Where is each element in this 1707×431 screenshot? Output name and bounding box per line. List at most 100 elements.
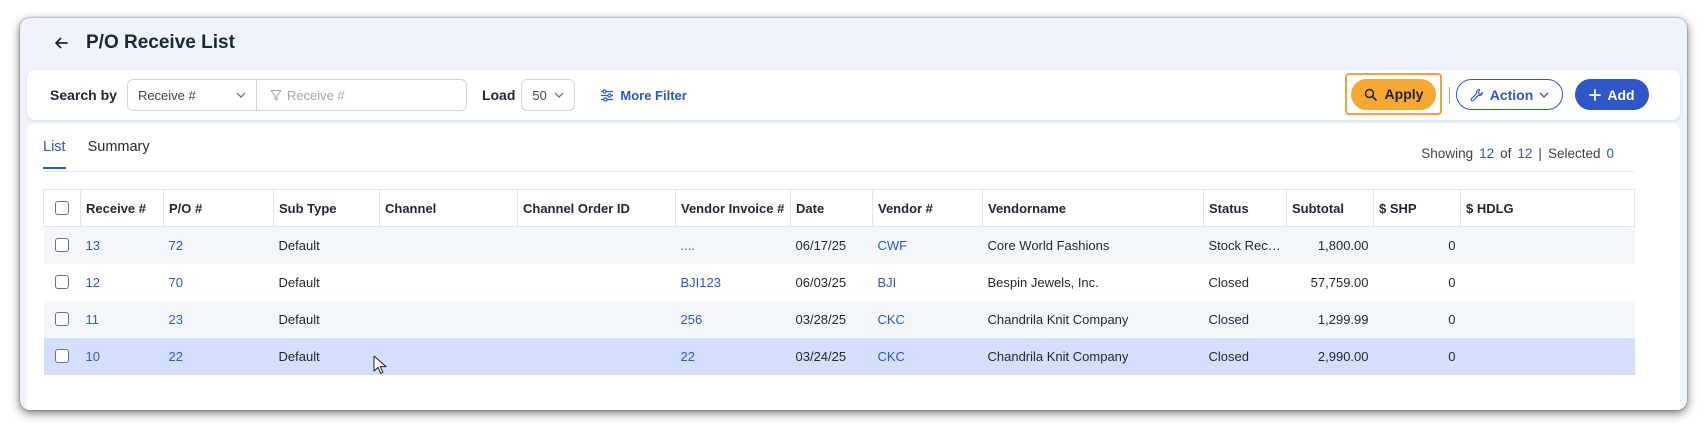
- sliders-icon: [601, 88, 614, 102]
- chevron-down-icon: [1539, 92, 1549, 98]
- row-checkbox[interactable]: [55, 275, 69, 289]
- filter-icon: [270, 90, 282, 101]
- table-row[interactable]: 12 70 Default BJI123 06/03/25 BJI Bespin…: [44, 264, 1635, 301]
- column-header[interactable]: Sub Type: [273, 189, 380, 227]
- vendor-link[interactable]: CKC: [872, 300, 983, 338]
- sub-type-cell: Default: [273, 337, 380, 375]
- vendor-invoice-link[interactable]: ....: [675, 226, 791, 264]
- receive-link[interactable]: 11: [80, 300, 164, 338]
- select-all-cell: [43, 189, 81, 227]
- load-select[interactable]: 50: [521, 79, 576, 111]
- tab-summary[interactable]: Summary: [88, 139, 150, 169]
- hdlg-cell: [1460, 226, 1635, 264]
- subtotal-cell: 1,800.00: [1286, 226, 1374, 264]
- subtotal-cell: 2,990.00: [1286, 337, 1374, 375]
- app-window: P/O Receive List Search by Receive # Rec…: [20, 18, 1687, 410]
- page-title: P/O Receive List: [86, 32, 235, 53]
- vendor-invoice-link[interactable]: BJI123: [676, 264, 791, 301]
- sub-type-cell: Default: [278, 274, 320, 290]
- shp-cell: 0: [1448, 274, 1456, 290]
- hdlg-cell: [1460, 300, 1635, 338]
- tab-bar: List Summary: [43, 139, 150, 169]
- column-header[interactable]: Receive #: [80, 189, 164, 227]
- more-filter-button[interactable]: More Filter: [600, 87, 687, 103]
- po-link[interactable]: 23: [163, 300, 274, 338]
- apply-highlight: Apply: [1345, 73, 1442, 115]
- channel-order-cell: [517, 300, 676, 338]
- status-cell: Closed: [1203, 337, 1287, 375]
- row-checkbox[interactable]: [55, 312, 69, 326]
- shp-cell: 0: [1373, 226, 1461, 264]
- action-label: Action: [1489, 86, 1534, 103]
- column-header[interactable]: $ HDLG: [1460, 189, 1635, 227]
- vendorname-cell: Chandrila Knit Company: [982, 337, 1204, 375]
- select-all-checkbox[interactable]: [55, 201, 69, 215]
- vendorname-cell: Core World Fashions: [982, 226, 1204, 264]
- action-button[interactable]: Action: [1456, 79, 1563, 110]
- total-count: 12: [1517, 146, 1533, 161]
- receive-link[interactable]: 10: [80, 337, 164, 375]
- column-header[interactable]: Vendor Invoice #: [675, 189, 791, 227]
- back-button[interactable]: [50, 32, 72, 54]
- column-header[interactable]: Vendorname: [982, 189, 1204, 227]
- vendorname-cell: Chandrila Knit Company: [982, 300, 1204, 338]
- chevron-down-icon: [236, 92, 246, 98]
- selected-count: 0: [1606, 146, 1614, 161]
- vendor-link[interactable]: CWF: [872, 226, 983, 264]
- row-checkbox[interactable]: [55, 238, 69, 253]
- channel-cell: [379, 226, 518, 264]
- load-label: Load: [481, 87, 516, 103]
- channel-cell: [379, 300, 518, 338]
- showing-count: 12: [1479, 146, 1495, 161]
- subtotal-cell: 1,299.99: [1286, 300, 1374, 338]
- table-row[interactable]: 11 23 Default 256 03/28/25 CKC Chandrila…: [43, 300, 1635, 338]
- channel-order-cell: [517, 337, 676, 375]
- receive-link[interactable]: 13: [80, 226, 164, 264]
- date-cell: 03/24/25: [790, 337, 873, 375]
- arrow-left-icon: [55, 37, 68, 49]
- apply-button[interactable]: Apply: [1351, 78, 1436, 110]
- search-placeholder: Receive #: [286, 87, 345, 103]
- tab-list[interactable]: List: [43, 139, 66, 169]
- column-header[interactable]: Subtotal: [1286, 189, 1374, 227]
- status-cell: Closed: [1208, 274, 1249, 290]
- column-header[interactable]: Channel: [379, 189, 518, 227]
- po-link[interactable]: 72: [163, 226, 274, 264]
- vendorname-cell: Bespin Jewels, Inc.: [987, 274, 1099, 290]
- list-panel: List Summary Showing 12 of 12 | Selected…: [27, 123, 1680, 410]
- vendor-invoice-link[interactable]: 256: [675, 300, 791, 338]
- column-header[interactable]: Date: [790, 189, 873, 227]
- showing-label: Showing: [1421, 146, 1474, 161]
- search-field-select[interactable]: Receive #: [126, 79, 257, 111]
- vendor-invoice-link[interactable]: 22: [675, 337, 791, 375]
- po-link[interactable]: 70: [164, 264, 274, 301]
- vendor-link[interactable]: BJI: [873, 264, 983, 301]
- receive-link[interactable]: 12: [81, 264, 164, 301]
- po-link[interactable]: 22: [163, 337, 274, 375]
- plus-icon: [1589, 88, 1602, 101]
- search-input[interactable]: Receive #: [256, 79, 467, 111]
- column-header[interactable]: Vendor #: [872, 189, 983, 227]
- date-cell: 03/28/25: [790, 300, 873, 338]
- of-label: of: [1500, 146, 1512, 161]
- more-filter-label: More Filter: [620, 87, 687, 103]
- row-checkbox[interactable]: [55, 349, 69, 363]
- table-row[interactable]: 13 72 Default .... 06/17/25 CWF Core Wor…: [43, 226, 1635, 264]
- table-row[interactable]: 10 22 Default 22 03/24/25 CKC Chandrila …: [43, 337, 1635, 375]
- column-header[interactable]: Channel Order ID: [517, 189, 676, 227]
- toolbar-divider: [1449, 87, 1450, 103]
- chevron-down-icon: [554, 92, 564, 98]
- column-header[interactable]: $ SHP: [1373, 189, 1461, 227]
- column-header[interactable]: P/O #: [163, 189, 274, 227]
- selected-label: Selected: [1547, 146, 1601, 161]
- channel-cell: [380, 264, 518, 301]
- column-header[interactable]: Status: [1203, 189, 1287, 227]
- wrench-icon: [1470, 88, 1483, 101]
- status-cell: Stock Recei...: [1203, 226, 1287, 264]
- vendor-link[interactable]: CKC: [872, 337, 983, 375]
- add-button[interactable]: Add: [1575, 79, 1649, 110]
- search-icon: [1364, 88, 1377, 101]
- add-label: Add: [1607, 86, 1635, 103]
- filter-bar: Search by Receive # Receive # Load 50 Mo…: [27, 70, 1680, 120]
- hdlg-cell: [1461, 264, 1635, 301]
